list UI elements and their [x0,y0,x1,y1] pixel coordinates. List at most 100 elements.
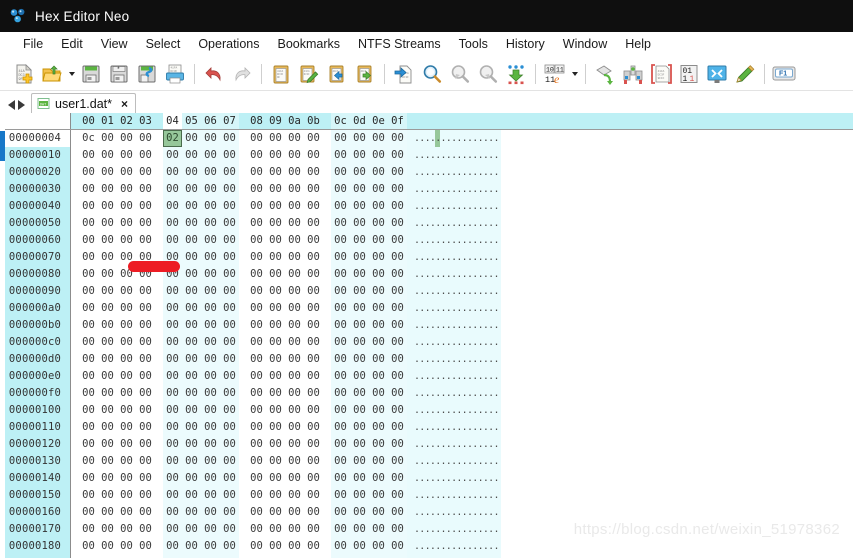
ascii-cell[interactable]: . [493,266,498,283]
hex-row[interactable]: 0000004000000000000000000000000000000000… [0,198,853,215]
byte-cell[interactable]: 00 [304,147,323,164]
byte-cell[interactable]: 00 [136,453,155,470]
column-header-02[interactable]: 02 [117,113,136,129]
ascii-cell[interactable]: . [493,487,498,504]
byte-cell[interactable]: 00 [369,130,388,147]
ascii-cell[interactable]: . [493,334,498,351]
byte-cell[interactable]: 00 [247,487,266,504]
byte-cell[interactable]: 00 [388,385,407,402]
byte-cell[interactable]: 00 [201,215,220,232]
byte-cell[interactable]: 00 [201,351,220,368]
byte-cell[interactable]: 00 [182,334,201,351]
select-block-button[interactable]: 41FA DC3F 9FFC [647,60,675,88]
byte-cell[interactable]: 00 [136,419,155,436]
byte-cell[interactable]: 00 [350,351,369,368]
row-hex-bytes[interactable]: 00000000000000000000000000000000 [71,470,407,487]
byte-cell[interactable]: 00 [79,232,98,249]
hex-row[interactable]: 000000c000000000000000000000000000000000… [0,334,853,351]
byte-cell[interactable]: 00 [220,283,239,300]
byte-cell[interactable]: 00 [304,385,323,402]
byte-cell[interactable]: 00 [79,436,98,453]
byte-cell[interactable]: 00 [117,198,136,215]
byte-cell[interactable]: 00 [247,521,266,538]
byte-cell[interactable]: 00 [220,266,239,283]
row-ascii[interactable]: ................ [407,351,501,368]
byte-cell[interactable]: 00 [369,147,388,164]
byte-cell[interactable]: 00 [163,351,182,368]
byte-cell[interactable]: 00 [79,198,98,215]
row-ascii[interactable]: ................ [407,368,501,385]
byte-cell[interactable]: 00 [388,300,407,317]
byte-cell[interactable]: 00 [304,453,323,470]
hex-row[interactable]: 000000a000000000000000000000000000000000… [0,300,853,317]
byte-cell[interactable]: 00 [285,504,304,521]
byte-cell[interactable]: 00 [350,147,369,164]
byte-cell[interactable]: 00 [304,487,323,504]
byte-cell[interactable]: 00 [117,283,136,300]
byte-cell[interactable]: 00 [285,487,304,504]
byte-cell[interactable]: 00 [369,249,388,266]
byte-cell[interactable]: 00 [350,385,369,402]
row-hex-bytes[interactable]: 00000000000000000000000000000000 [71,215,407,232]
byte-cell[interactable]: 00 [266,453,285,470]
menu-view[interactable]: View [92,35,137,53]
byte-cell[interactable]: 00 [350,249,369,266]
byte-cell[interactable]: 00 [350,130,369,147]
byte-cell[interactable]: 00 [136,487,155,504]
byte-cell[interactable]: 00 [304,283,323,300]
byte-cell[interactable]: 00 [163,266,182,283]
byte-cell[interactable]: 00 [369,300,388,317]
hex-row[interactable]: 0000007000000000000000000000000000000000… [0,249,853,266]
byte-cell[interactable]: 00 [266,402,285,419]
byte-cell[interactable]: 00 [79,419,98,436]
byte-cell[interactable]: 00 [136,470,155,487]
byte-cell[interactable]: 00 [201,470,220,487]
hex-row[interactable]: 0000008000000000000000000000000000000000… [0,266,853,283]
byte-cell[interactable]: 00 [369,334,388,351]
byte-cell[interactable]: 00 [79,215,98,232]
byte-cell[interactable]: 00 [79,147,98,164]
byte-cell[interactable]: 00 [117,181,136,198]
byte-cell[interactable]: 00 [304,249,323,266]
byte-cell[interactable]: 00 [201,130,220,147]
hex-row[interactable]: 0000015000000000000000000000000000000000… [0,487,853,504]
byte-cell[interactable]: 00 [201,198,220,215]
byte-cell[interactable]: 00 [331,317,350,334]
byte-cell[interactable]: 00 [136,232,155,249]
byte-cell[interactable]: 00 [220,215,239,232]
byte-cell[interactable]: 00 [98,300,117,317]
byte-cell[interactable]: 00 [163,470,182,487]
byte-cell[interactable]: 00 [98,266,117,283]
byte-cell[interactable]: 00 [79,351,98,368]
byte-cell[interactable]: 00 [163,538,182,555]
print-button[interactable]: 41FA DC3F [161,60,189,88]
byte-cell[interactable]: 00 [350,470,369,487]
byte-cell[interactable]: 00 [285,164,304,181]
ascii-cell[interactable]: . [493,419,498,436]
row-hex-bytes[interactable]: 00000000000000000000000000000000 [71,317,407,334]
byte-cell[interactable]: 00 [304,232,323,249]
row-hex-bytes[interactable]: 00000000000000000000000000000000 [71,487,407,504]
menu-operations[interactable]: Operations [189,35,268,53]
column-header-08[interactable]: 08 [247,113,266,129]
byte-cell[interactable]: 00 [285,419,304,436]
hex-row[interactable]: 0000006000000000000000000000000000000000… [0,232,853,249]
byte-cell[interactable]: 00 [182,453,201,470]
byte-cell[interactable]: 00 [388,487,407,504]
byte-cell[interactable]: 00 [285,334,304,351]
byte-cell[interactable]: 00 [285,351,304,368]
byte-cell[interactable]: 00 [220,249,239,266]
find-next-button[interactable] [474,60,502,88]
byte-cell[interactable]: 00 [98,351,117,368]
byte-cell[interactable]: 00 [182,521,201,538]
row-ascii[interactable]: ................ [407,300,501,317]
byte-cell[interactable]: 00 [182,130,201,147]
hex-row[interactable]: 0000001000000000000000000000000000000000… [0,147,853,164]
previous-tab-arrow-icon[interactable] [8,100,15,110]
byte-cell[interactable]: 00 [247,232,266,249]
byte-cell[interactable]: 00 [182,317,201,334]
byte-cell[interactable]: 00 [247,538,266,555]
byte-cell[interactable]: 00 [285,317,304,334]
row-hex-bytes[interactable]: 00000000000000000000000000000000 [71,300,407,317]
byte-cell[interactable]: 00 [163,232,182,249]
